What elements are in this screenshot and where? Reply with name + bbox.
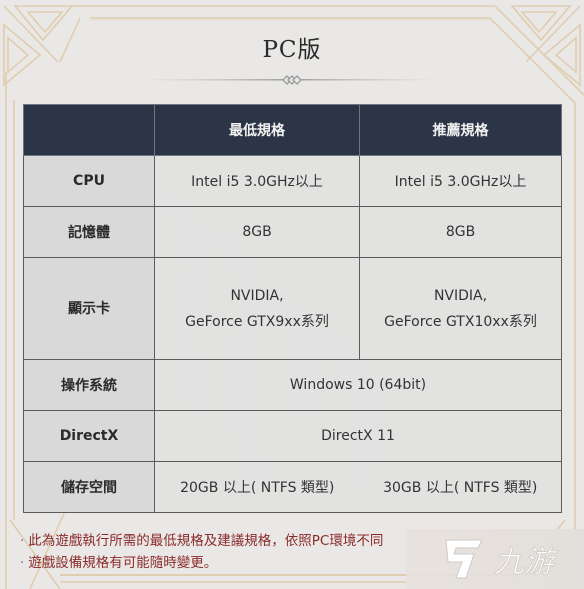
row-label: 記憶體: [23, 206, 155, 258]
footnote-text: 此為遊戲執行所需的最低規格及建議規格，依照PC環境不同: [28, 533, 384, 549]
min-value: 8GB: [154, 206, 360, 258]
rec-value: 8GB: [359, 206, 562, 258]
jiuyou-logo-icon: 九游: [445, 539, 559, 580]
system-requirements-table: 最低規格 推薦規格 CPU Intel i5 3.0GHz以上 Intel i5…: [23, 104, 562, 513]
row-label: CPU: [23, 155, 155, 207]
footnote-item: · 此為遊戲執行所需的最低規格及建議規格，依照PC環境不同: [20, 530, 383, 552]
rec-value: Intel i5 3.0GHz以上: [359, 155, 562, 207]
shared-value: Windows 10 (64bit): [154, 359, 562, 411]
table-row-storage: 儲存空間 20GB 以上( NTFS 類型) 30GB 以上( NTFS 類型): [23, 461, 562, 513]
bullet: ·: [20, 533, 25, 549]
page-title: PC版: [262, 37, 322, 63]
min-value: Intel i5 3.0GHz以上: [154, 155, 360, 207]
table-row-cpu: CPU Intel i5 3.0GHz以上 Intel i5 3.0GHz以上: [23, 155, 562, 207]
table-row-os: 操作系統 Windows 10 (64bit): [23, 359, 562, 411]
footnotes: · 此為遊戲執行所需的最低規格及建議規格，依照PC環境不同 · 遊戲設備規格有可能隨…: [20, 530, 383, 574]
min-value: 20GB 以上( NTFS 類型): [154, 461, 360, 513]
row-label: 儲存空間: [23, 461, 155, 513]
row-label: 操作系統: [23, 359, 155, 411]
rec-gpu-line1: NVIDIA,: [433, 287, 488, 304]
row-label: 顯示卡: [23, 257, 155, 360]
rec-gpu-line2: GeForce GTX10xx系列: [384, 313, 537, 330]
footnote-text: 遊戲設備規格有可能隨時變更。: [28, 555, 218, 571]
rec-value: 30GB 以上( NTFS 類型): [359, 461, 562, 513]
watermark-brand: 九游: [494, 545, 559, 580]
table-row-directx: DirectX DirectX 11: [23, 410, 562, 462]
table-header-row: 最低規格 推薦規格: [23, 104, 562, 156]
min-value: NVIDIA, GeForce GTX9xx系列: [154, 257, 360, 360]
header-empty: [23, 104, 155, 156]
min-gpu-line2: GeForce GTX9xx系列: [185, 313, 329, 330]
header-recommended: 推薦規格: [359, 104, 562, 156]
table-row-memory: 記憶體 8GB 8GB: [23, 206, 562, 258]
min-gpu-line1: NVIDIA,: [230, 287, 284, 304]
row-label: DirectX: [23, 410, 155, 462]
title-divider-ornament: [140, 75, 440, 85]
header-minimum: 最低規格: [154, 104, 360, 156]
rec-value: NVIDIA, GeForce GTX10xx系列: [359, 257, 562, 360]
table-row-gpu: 顯示卡 NVIDIA, GeForce GTX9xx系列 NVIDIA, GeF…: [23, 257, 562, 360]
shared-value: DirectX 11: [154, 410, 562, 462]
footnote-item: · 遊戲設備規格有可能隨時變更。: [20, 552, 383, 574]
bullet: ·: [20, 555, 25, 571]
